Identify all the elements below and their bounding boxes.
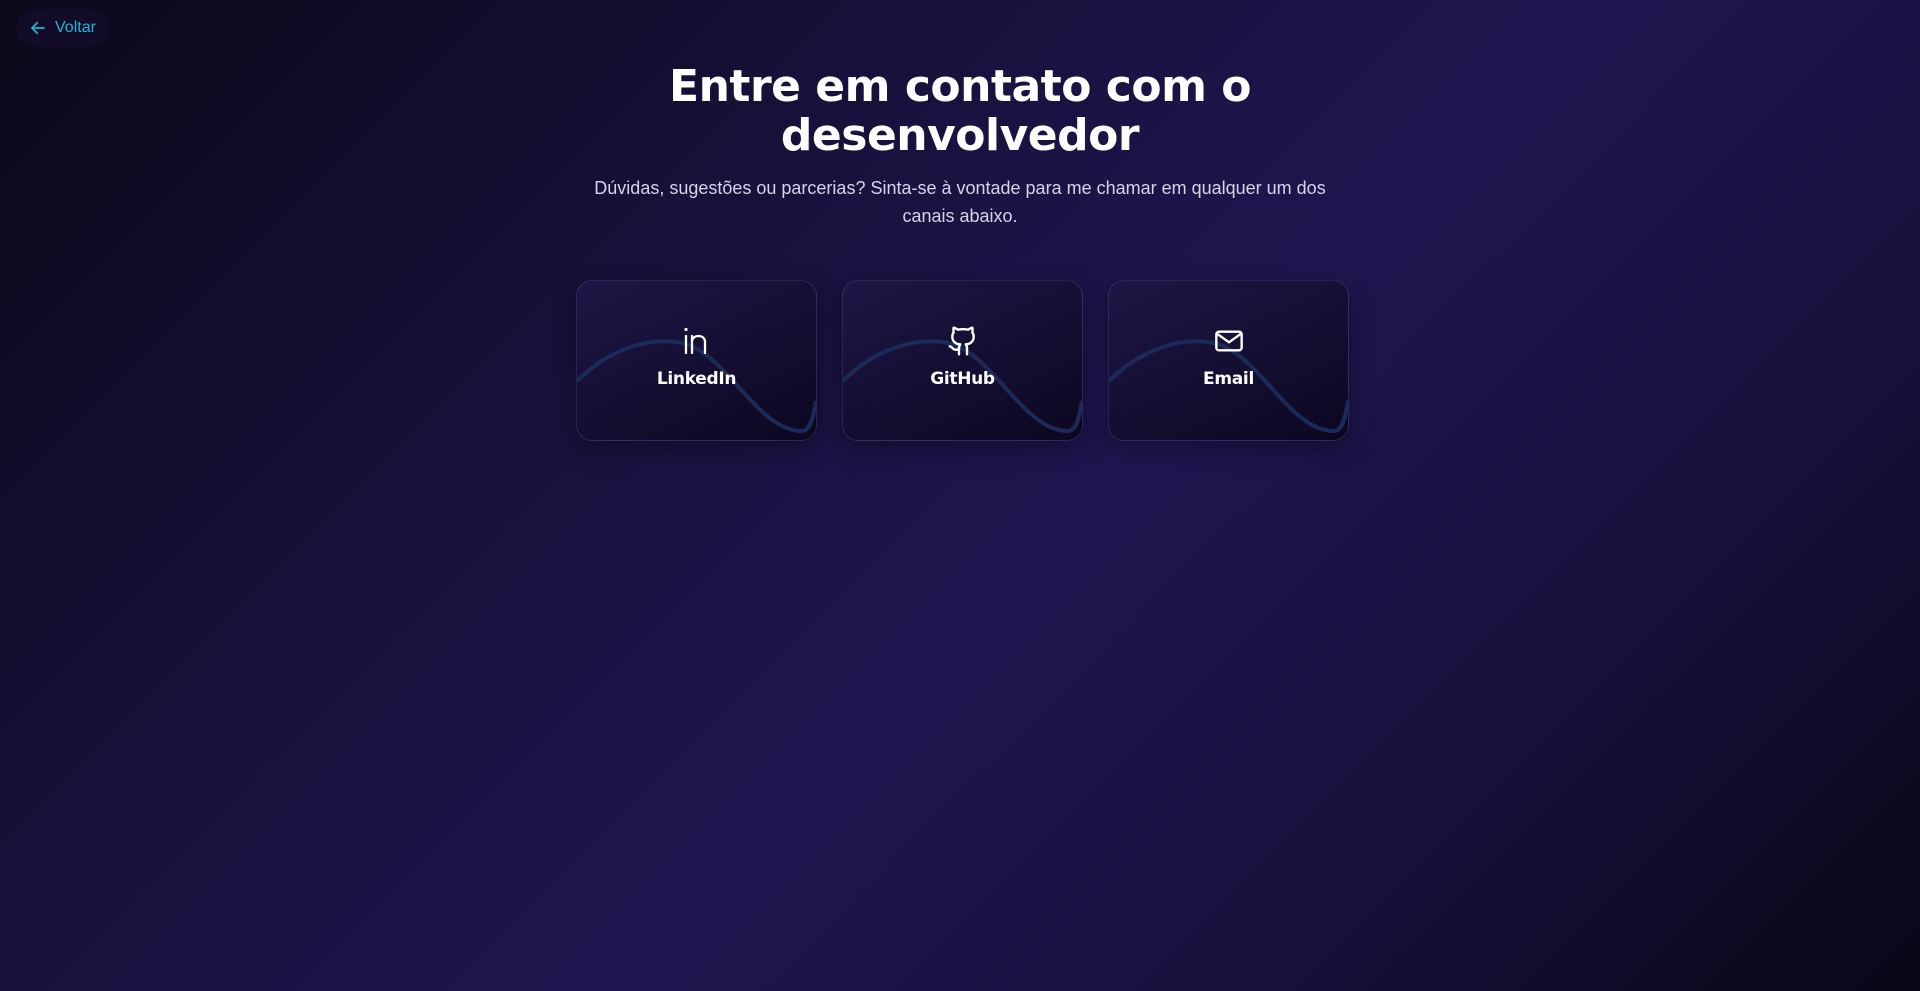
github-card-label: GitHub [930, 369, 995, 389]
page-title: Entre em contato com o desenvolvedor [669, 61, 1251, 161]
page-subtitle: Dúvidas, sugestões ou parcerias? Sinta-s… [594, 178, 1326, 226]
linkedin-card[interactable]: LinkedIn [576, 280, 817, 441]
back-button-label: Voltar [55, 19, 96, 36]
card-wave-decoration [577, 339, 816, 434]
linkedin-card-label: LinkedIn [656, 369, 737, 389]
email-card[interactable]: Email [1108, 280, 1349, 441]
email-card-label: Email [1203, 369, 1254, 389]
page-header: Entre em contato com o desenvolvedor Dúv… [0, 62, 1920, 230]
card-wave-decoration [1109, 339, 1348, 434]
back-button[interactable]: Voltar [16, 9, 108, 47]
arrow-left-icon [31, 21, 45, 35]
mail-icon [1215, 330, 1243, 352]
card-wave-decoration [843, 339, 1082, 434]
linkedin-icon [684, 327, 707, 355]
contact-cards: LinkedIn GitHub Email [576, 280, 1349, 441]
github-icon [948, 326, 975, 356]
github-card[interactable]: GitHub [842, 280, 1083, 441]
